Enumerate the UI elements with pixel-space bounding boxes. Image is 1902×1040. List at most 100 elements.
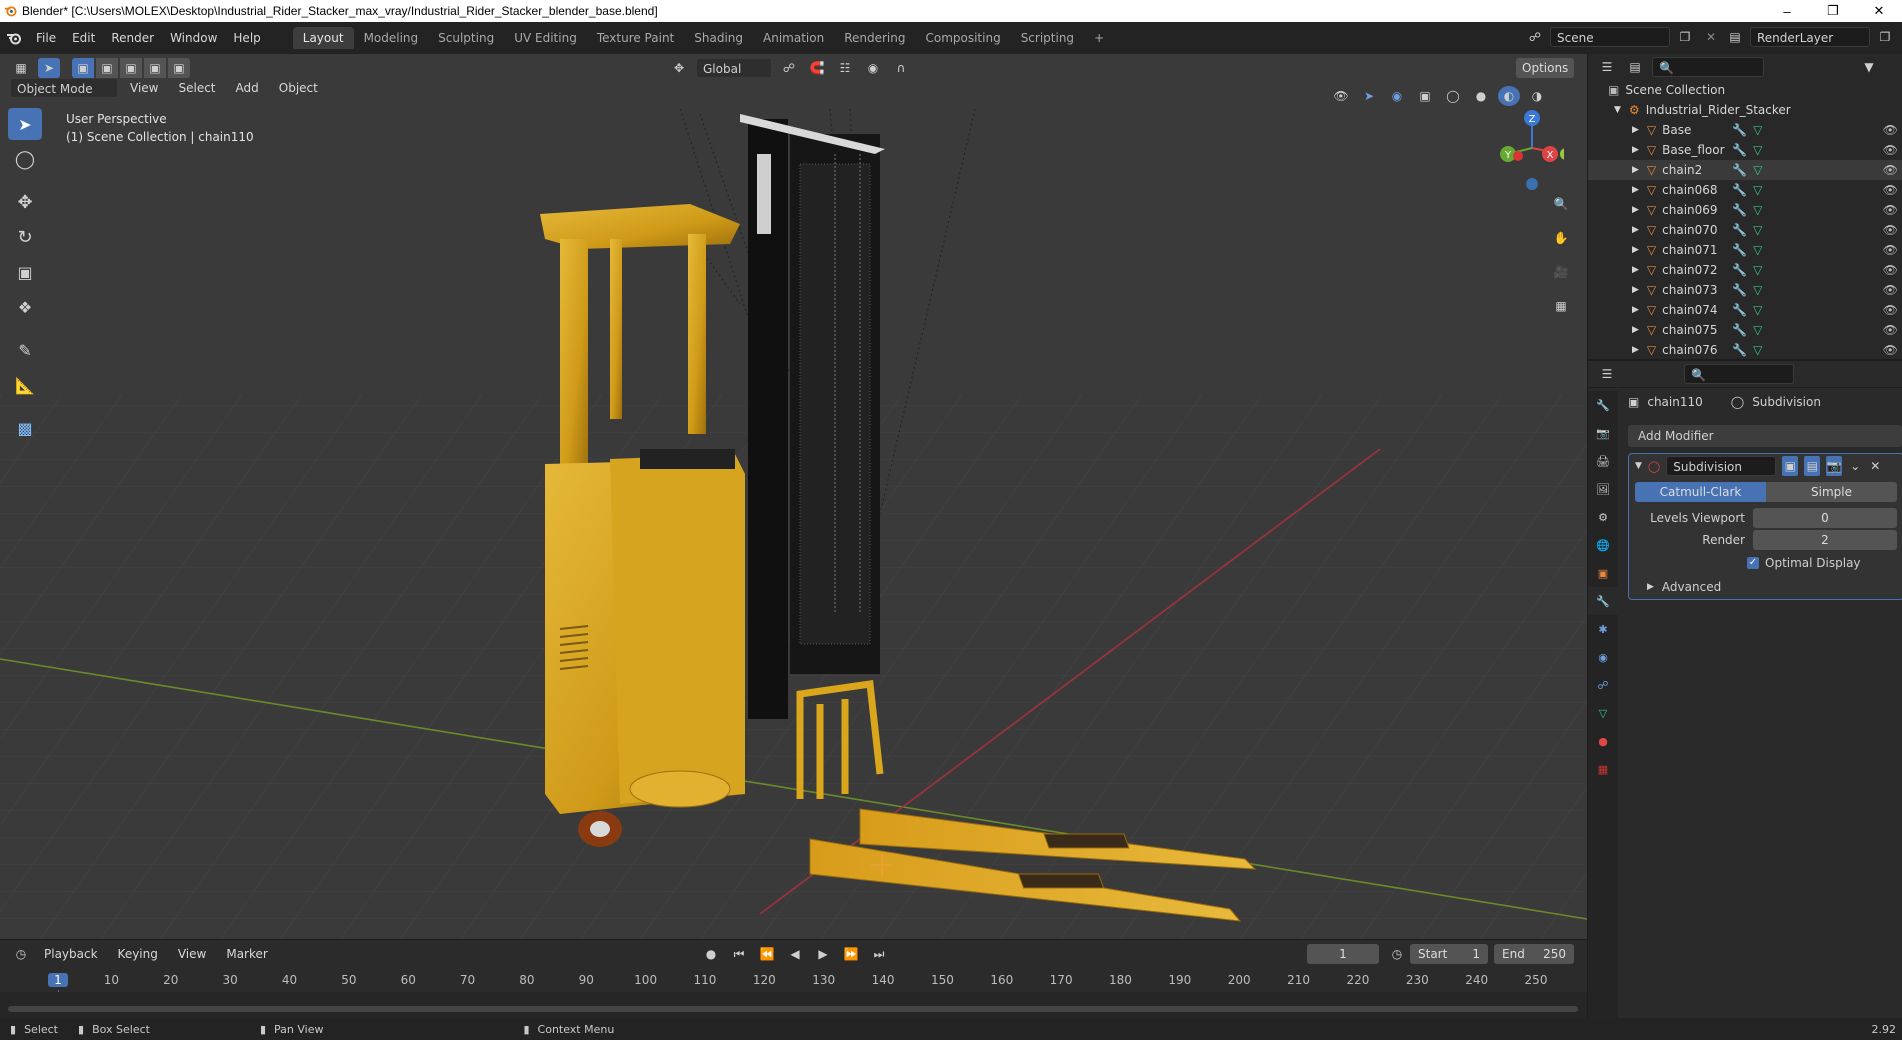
outliner-item-chain070[interactable]: ▶ ▽ chain070 🔧 ▽ 👁 [1588,220,1902,240]
particles-tab-icon[interactable]: ✱ [1588,615,1618,643]
outliner-item-chain073[interactable]: ▶ ▽ chain073 🔧 ▽ 👁 [1588,280,1902,300]
timeline-menu-view[interactable]: View [170,943,214,965]
current-frame-field[interactable]: 1 [1307,944,1379,964]
visibility-eye-icon[interactable]: 👁 [1883,283,1898,297]
menu-edit[interactable]: Edit [64,27,103,49]
minimize-button[interactable]: – [1764,0,1810,22]
data-tab-icon[interactable]: ▽ [1588,699,1618,727]
expand-arrow-icon[interactable]: ▶ [1632,145,1639,155]
tab-uv-editing[interactable]: UV Editing [504,27,587,49]
modifier-menu-icon[interactable]: ⌄ [1848,456,1862,476]
delete-scene-icon[interactable]: ✕ [1700,27,1722,47]
mesh-data-icon[interactable]: ▽ [1753,223,1762,237]
visibility-eye-icon[interactable]: 👁 [1883,183,1898,197]
visibility-eye-icon[interactable]: 👁 [1883,123,1898,137]
levels-viewport-field[interactable]: 0 [1753,508,1897,528]
timeline-scrollbar[interactable] [8,1006,1578,1012]
jump-start-icon[interactable]: ⏮ [728,944,750,964]
modifier-wrench-icon[interactable]: 🔧 [1732,223,1747,237]
render-tab-icon[interactable]: 📷 [1588,419,1618,447]
collapse-arrow-icon[interactable]: ▼ [1635,461,1642,471]
tab-rendering[interactable]: Rendering [834,27,915,49]
constraints-tab-icon[interactable]: ☍ [1588,671,1618,699]
render-levels-field[interactable]: 2 [1753,530,1897,550]
close-window-button[interactable]: ✕ [1856,0,1902,22]
preview-range-icon[interactable]: ◷ [1386,944,1408,964]
tab-animation[interactable]: Animation [753,27,834,49]
visibility-eye-icon[interactable]: 👁 [1883,203,1898,217]
properties-search-input[interactable]: 🔍 [1684,364,1794,384]
filter-icon[interactable]: ▼ [1858,57,1880,77]
select-tool-icon[interactable]: ➤ [38,58,60,78]
rotate-tool-icon[interactable]: ↻ [8,221,42,253]
mesh-data-icon[interactable]: ▽ [1753,283,1762,297]
viewport-menu-object[interactable]: Object [271,77,326,99]
tab-scripting[interactable]: Scripting [1011,27,1084,49]
outliner-item-chain074[interactable]: ▶ ▽ chain074 🔧 ▽ 👁 [1588,300,1902,320]
visibility-eye-icon[interactable]: 👁 [1883,143,1898,157]
object-tab-icon[interactable]: ▣ [1588,559,1618,587]
mesh-data-icon[interactable]: ▽ [1753,163,1762,177]
outliner-item-base[interactable]: ▶ ▽ Base 🔧 ▽ 👁 [1588,120,1902,140]
transform-orientation-dropdown[interactable]: Global [696,58,772,78]
xray-icon[interactable]: ▣ [1414,86,1436,106]
add-cube-tool-icon[interactable]: ▩ [8,412,42,444]
tool-tab-icon[interactable]: 🔧 [1588,391,1618,419]
viewport-menu-add[interactable]: Add [228,77,267,99]
transform-tool-icon[interactable]: ❖ [8,291,42,323]
edit-mode-toggle-icon[interactable]: ▣ [1782,456,1799,476]
measure-tool-icon[interactable]: 📐 [8,369,42,401]
move-tool-icon[interactable]: ✥ [8,186,42,218]
outliner-item-chain071[interactable]: ▶ ▽ chain071 🔧 ▽ 👁 [1588,240,1902,260]
modifier-wrench-icon[interactable]: 🔧 [1732,323,1747,337]
tab-sculpting[interactable]: Sculpting [428,27,504,49]
viewport-menu-select[interactable]: Select [170,77,223,99]
modifier-wrench-icon[interactable]: 🔧 [1732,203,1747,217]
outliner-item-chain2[interactable]: ▶ ▽ chain2 🔧 ▽ 👁 [1588,160,1902,180]
select-box-tool-icon[interactable]: ➤ [8,108,42,140]
3d-viewport[interactable]: ▦ ➤ ▣ ▣ ▣ ▣ ▣ ✥ Global ☍ 🧲 ☷ ◉ ∩ Options… [0,54,1587,939]
texture-tab-icon[interactable]: ▦ [1588,755,1618,783]
gizmo-y-label[interactable]: Y [1504,150,1512,161]
outliner-collection-row[interactable]: ▼ ⚙ Industrial_Rider_Stacker [1588,100,1902,120]
outliner-item-chain068[interactable]: ▶ ▽ chain068 🔧 ▽ 👁 [1588,180,1902,200]
expand-arrow-icon[interactable]: ▶ [1632,225,1639,235]
scene-name-field[interactable]: Scene [1550,27,1670,47]
expand-arrow-icon[interactable]: ▶ [1632,245,1639,255]
outliner-item-chain069[interactable]: ▶ ▽ chain069 🔧 ▽ 👁 [1588,200,1902,220]
tab-layout[interactable]: Layout [292,27,354,49]
visibility-eye-icon[interactable]: 👁 [1883,263,1898,277]
mesh-data-icon[interactable]: ▽ [1753,203,1762,217]
add-modifier-button[interactable]: Add Modifier [1628,425,1902,447]
menu-help[interactable]: Help [225,27,268,49]
expand-arrow-icon[interactable]: ▶ [1632,325,1639,335]
render-layer-icon[interactable]: ▤ [1724,27,1746,47]
rendered-shading-icon[interactable]: ◑ [1526,86,1548,106]
visibility-eye-icon[interactable]: 👁 [1883,223,1898,237]
add-workspace-button[interactable]: + [1084,27,1114,49]
modifier-wrench-icon[interactable]: 🔧 [1732,143,1747,157]
falloff-icon[interactable]: ∩ [890,58,912,78]
visibility-eye-icon[interactable]: 👁 [1883,163,1898,177]
record-icon[interactable]: ● [700,944,722,964]
viewport-menu-view[interactable]: View [122,77,166,99]
gizmo-z-label[interactable]: Z [1529,114,1536,125]
render-layer-field[interactable]: RenderLayer [1750,27,1870,47]
mesh-data-icon[interactable]: ▽ [1753,263,1762,277]
mesh-data-icon[interactable]: ▽ [1753,343,1762,357]
select-invert-icon[interactable]: ▣ [144,58,166,78]
annotate-tool-icon[interactable]: ✎ [8,334,42,366]
mesh-data-icon[interactable]: ▽ [1753,323,1762,337]
optimal-display-checkbox[interactable]: ✓ [1747,557,1759,569]
pan-hand-icon[interactable]: ✋ [1550,228,1572,248]
tab-modeling[interactable]: Modeling [354,27,429,49]
viewport-toggle-icon[interactable]: ▤ [1804,456,1821,476]
timeline-menu-playback[interactable]: Playback [36,943,106,965]
outliner-scene-collection[interactable]: ▣ Scene Collection [1588,80,1902,100]
mesh-data-icon[interactable]: ▽ [1753,303,1762,317]
output-tab-icon[interactable]: 🖨 [1588,447,1618,475]
select-new-icon[interactable]: ▣ [72,58,94,78]
editor-type-icon[interactable]: ▦ [10,58,32,78]
visibility-eye-icon[interactable]: 👁 [1883,243,1898,257]
simple-button[interactable]: Simple [1766,482,1897,502]
